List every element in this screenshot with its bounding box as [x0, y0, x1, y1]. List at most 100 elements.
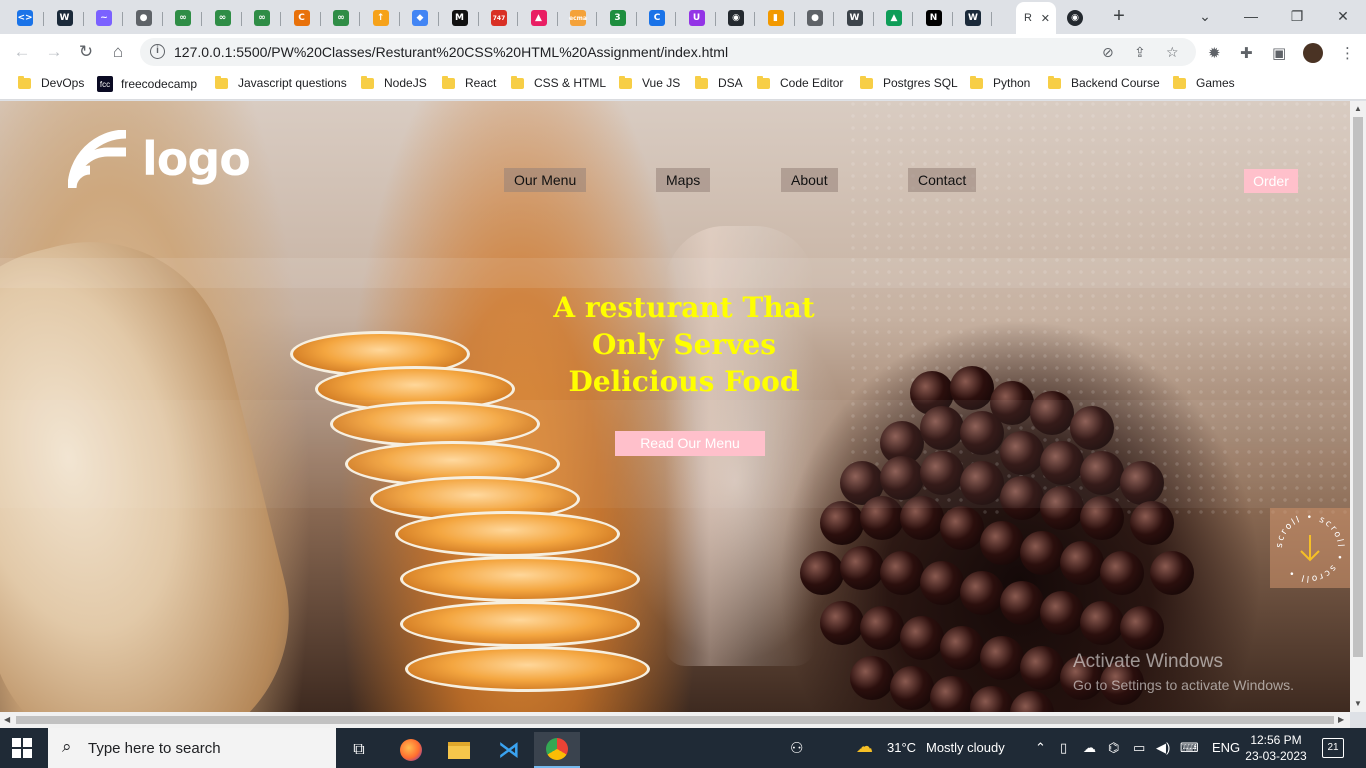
browser-tab[interactable]: ∞ — [322, 4, 360, 32]
browser-tab[interactable]: ▮ — [757, 4, 795, 32]
address-bar[interactable]: i 127.0.0.1:5500/PW%20Classes/Resturant%… — [140, 38, 1196, 66]
browser-tab[interactable]: ◆ — [401, 4, 439, 32]
bookmark-item[interactable]: DevOps — [18, 75, 84, 90]
bookmark-item[interactable]: Code Editor — [757, 75, 843, 90]
network-icon[interactable]: ⌬ — [1108, 740, 1119, 756]
back-arrow-icon[interactable]: ← — [10, 40, 34, 64]
extensions-puzzle-icon[interactable]: ✚ — [1240, 44, 1253, 62]
bookmark-item[interactable]: CSS & HTML — [511, 75, 606, 90]
browser-tab[interactable]: W — [836, 4, 874, 32]
browser-tab[interactable]: ▲ — [875, 4, 913, 32]
horizontal-scrollbar[interactable]: ◀ ▶ — [0, 712, 1350, 728]
browser-tab[interactable]: ~ — [85, 4, 123, 32]
weather-cloud-sun-icon[interactable]: ☁ — [856, 737, 873, 757]
horizontal-scroll-thumb[interactable] — [16, 716, 1334, 724]
maximize-button[interactable]: ❐ — [1274, 4, 1320, 28]
nav-contact[interactable]: Contact — [908, 168, 977, 192]
url-text[interactable]: 127.0.0.1:5500/PW%20Classes/Resturant%20… — [174, 44, 728, 60]
scroll-right-arrow-icon[interactable]: ▶ — [1338, 715, 1344, 724]
order-button[interactable]: Order — [1244, 169, 1298, 193]
notification-center-icon[interactable]: 21 — [1322, 738, 1344, 758]
chevron-up-icon[interactable]: ⌃ — [1035, 740, 1046, 756]
browser-tab[interactable]: 3 — [599, 4, 637, 32]
bookmark-item[interactable]: Python — [970, 75, 1030, 90]
chrome-icon[interactable] — [534, 732, 580, 768]
browser-tab[interactable]: M — [441, 4, 479, 32]
browser-tab[interactable]: ∞ — [164, 4, 202, 32]
weather-desc[interactable]: Mostly cloudy — [926, 740, 1005, 755]
browser-tab[interactable]: ◉ — [717, 4, 755, 32]
clock[interactable]: 12:56 PM 23-03-2023 — [1244, 732, 1308, 764]
battery-icon[interactable]: ▭ — [1133, 740, 1145, 756]
home-icon[interactable]: ⌂ — [106, 40, 130, 64]
scroll-up-arrow-icon[interactable]: ▲ — [1354, 104, 1362, 113]
browser-tab[interactable]: ∞ — [243, 4, 281, 32]
bookmark-item[interactable]: fcc freecodecamp — [97, 76, 197, 92]
read-menu-button[interactable]: Read Our Menu — [615, 431, 765, 456]
vscode-icon[interactable]: ⋊ — [486, 732, 532, 768]
close-window-button[interactable]: ✕ — [1320, 4, 1366, 28]
menu-kebab-icon[interactable]: ⋮ — [1340, 44, 1355, 62]
browser-tab[interactable]: N — [915, 4, 953, 32]
nav-about[interactable]: About — [781, 168, 838, 192]
site-logo[interactable]: logo — [68, 130, 251, 230]
side-panel-icon[interactable]: ▣ — [1272, 44, 1286, 62]
bookmark-item[interactable]: Backend Course — [1048, 75, 1160, 90]
browser-tab[interactable]: ◉ — [1056, 4, 1094, 32]
bookmark-label: Postgres SQL — [883, 76, 958, 90]
close-tab-icon[interactable]: ✕ — [1041, 12, 1050, 25]
wordpress-icon: W — [846, 10, 863, 26]
browser-tab[interactable]: W — [46, 4, 84, 32]
windows-start-icon[interactable] — [12, 738, 32, 758]
file-explorer-icon[interactable] — [436, 732, 482, 768]
taskbar-search[interactable]: ⌕ Type here to search — [48, 728, 336, 768]
bookmark-item[interactable]: Postgres SQL — [860, 75, 958, 90]
weather-temp[interactable]: 31°C — [887, 740, 916, 755]
eye-off-icon[interactable]: ⊘ — [1102, 44, 1114, 61]
new-tab-button[interactable]: + — [1108, 6, 1130, 28]
people-icon[interactable]: ⚇ — [790, 739, 803, 757]
device-icon[interactable]: ▯ — [1060, 740, 1067, 756]
scroll-badge[interactable]: scroll • scroll • scroll • — [1270, 508, 1350, 588]
browser-tab[interactable]: U — [678, 4, 716, 32]
bookmark-item[interactable]: Vue JS — [619, 75, 680, 90]
vertical-scroll-thumb[interactable] — [1353, 117, 1363, 657]
onedrive-cloud-icon[interactable]: ☁ — [1083, 740, 1096, 756]
browser-tab[interactable]: ∞ — [204, 4, 242, 32]
language-indicator[interactable]: ENG — [1212, 740, 1240, 755]
browser-tab[interactable]: ecma — [559, 4, 597, 32]
nav-maps[interactable]: Maps — [656, 168, 711, 192]
bookmark-item[interactable]: Games — [1173, 75, 1235, 90]
bookmark-item[interactable]: Javascript questions — [215, 75, 347, 90]
profile-avatar[interactable] — [1303, 43, 1323, 63]
extension-bug-icon[interactable]: ✹ — [1208, 44, 1221, 62]
vertical-scrollbar[interactable]: ▲ ▼ — [1350, 101, 1366, 712]
tab-search-chevron-icon[interactable]: ⌄ — [1182, 4, 1228, 28]
browser-tab[interactable]: ● — [125, 4, 163, 32]
browser-tab[interactable]: ● — [796, 4, 834, 32]
bookmark-item[interactable]: NodeJS — [361, 75, 427, 90]
browser-tab-active[interactable]: R ✕ — [1016, 2, 1056, 34]
forward-arrow-icon[interactable]: → — [42, 40, 66, 64]
bookmark-star-icon[interactable]: ☆ — [1166, 44, 1179, 61]
firefox-icon[interactable] — [388, 732, 434, 768]
browser-tab[interactable]: C — [283, 4, 321, 32]
browser-tab[interactable]: 747 — [480, 4, 518, 32]
task-view-icon[interactable]: ⧉ — [336, 732, 382, 768]
keyboard-icon[interactable]: ⌨ — [1180, 740, 1199, 756]
scroll-down-arrow-icon[interactable]: ▼ — [1354, 699, 1362, 708]
bookmark-item[interactable]: React — [442, 75, 496, 90]
site-info-icon[interactable]: i — [150, 44, 165, 59]
browser-tab[interactable]: W — [954, 4, 992, 32]
browser-tab[interactable]: C — [638, 4, 676, 32]
scroll-left-arrow-icon[interactable]: ◀ — [4, 715, 10, 724]
minimize-button[interactable]: — — [1228, 4, 1274, 28]
reload-icon[interactable]: ↻ — [74, 40, 98, 64]
nav-our-menu[interactable]: Our Menu — [504, 168, 587, 192]
bookmark-item[interactable]: DSA — [695, 75, 743, 90]
browser-tab[interactable]: <> — [6, 4, 44, 32]
share-icon[interactable]: ⇪ — [1134, 44, 1146, 61]
volume-icon[interactable]: ◀) — [1156, 740, 1170, 756]
browser-tab[interactable]: ↑ — [362, 4, 400, 32]
browser-tab[interactable]: ▲ — [520, 4, 558, 32]
